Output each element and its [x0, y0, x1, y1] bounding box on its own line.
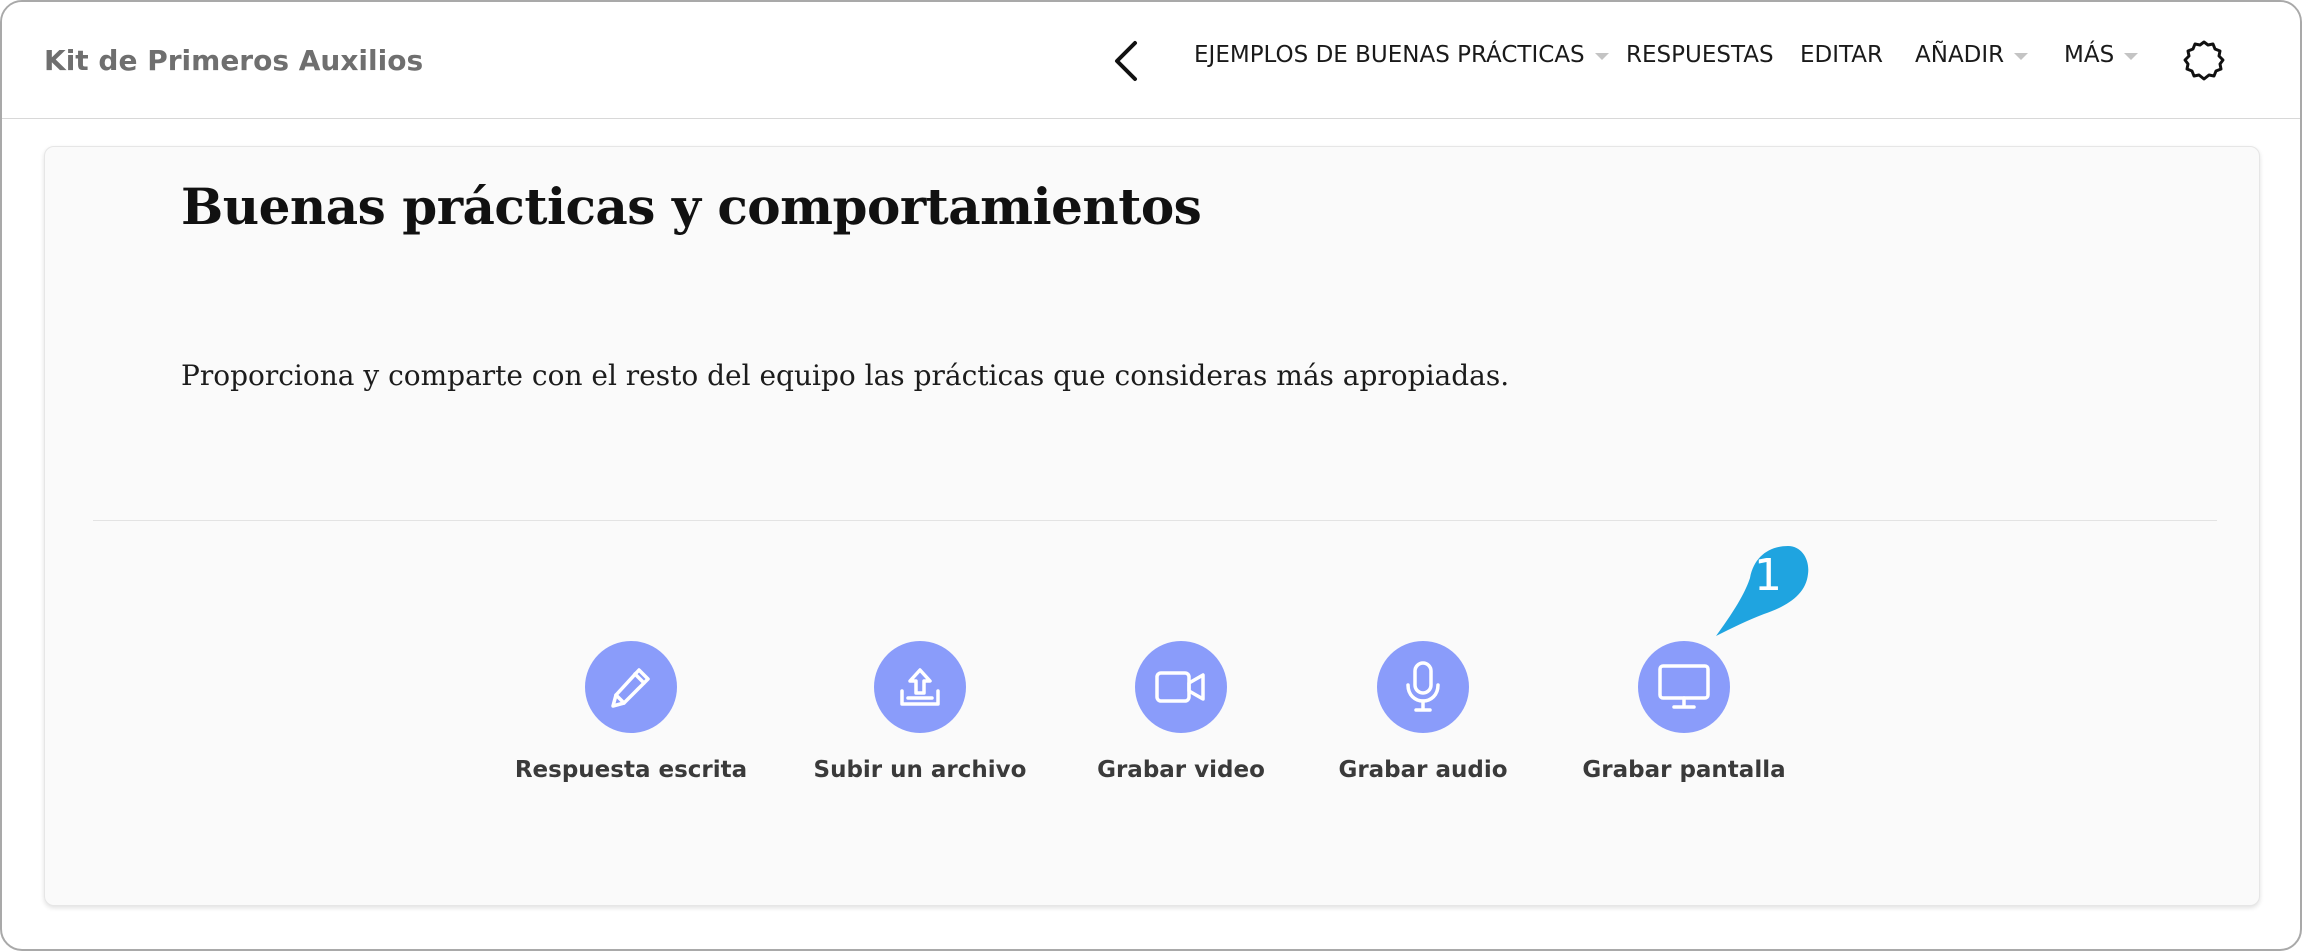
nav-item-label: EJEMPLOS DE BUENAS PRÁCTICAS — [1194, 42, 1585, 68]
upload-file-button[interactable]: Subir un archivo — [790, 641, 1050, 783]
record-screen-button[interactable]: Grabar pantalla — [1554, 641, 1814, 783]
action-circle — [1638, 641, 1730, 733]
action-label: Grabar pantalla — [1582, 757, 1786, 783]
action-circle — [1377, 641, 1469, 733]
nav-item-label: EDITAR — [1800, 42, 1884, 68]
settings-button[interactable] — [2180, 38, 2228, 86]
app-window: Kit de Primeros Auxilios EJEMPLOS DE BUE… — [0, 0, 2302, 951]
caret-down-icon — [2014, 52, 2029, 60]
action-circle — [585, 641, 677, 733]
caret-down-icon — [2124, 52, 2139, 60]
back-button[interactable] — [1108, 38, 1144, 84]
action-circle — [874, 641, 966, 733]
callout-number: 1 — [1754, 550, 1782, 601]
nav-item-mas[interactable]: MÁS — [2064, 42, 2139, 68]
nav-item-ejemplos[interactable]: EJEMPLOS DE BUENAS PRÁCTICAS — [1194, 42, 1609, 68]
action-label: Respuesta escrita — [514, 757, 748, 783]
page-description: Proporciona y comparte con el resto del … — [181, 359, 1510, 392]
nav-item-anadir[interactable]: AÑADIR — [1915, 42, 2029, 68]
caret-down-icon — [1594, 52, 1609, 60]
action-circle — [1135, 641, 1227, 733]
record-video-button[interactable]: Grabar video — [1051, 641, 1311, 783]
upload-icon — [900, 668, 940, 706]
video-camera-icon — [1155, 671, 1205, 703]
nav-item-editar[interactable]: EDITAR — [1800, 42, 1883, 68]
content-card: Buenas prácticas y comportamientos Propo… — [44, 146, 2260, 906]
action-label: Grabar audio — [1338, 757, 1508, 783]
nav-item-respuestas[interactable]: RESPUESTAS — [1626, 42, 1774, 68]
page-title: Buenas prácticas y comportamientos — [181, 177, 1202, 236]
monitor-icon — [1658, 664, 1710, 709]
pencil-icon — [611, 668, 650, 708]
written-response-button[interactable]: Respuesta escrita — [501, 641, 761, 783]
nav-item-label: AÑADIR — [1915, 42, 2005, 68]
nav-item-label: MÁS — [2064, 42, 2115, 68]
microphone-icon — [1406, 661, 1440, 712]
divider — [93, 520, 2217, 521]
app-title[interactable]: Kit de Primeros Auxilios — [44, 44, 423, 77]
gear-outline-icon — [2183, 40, 2225, 81]
top-bar: Kit de Primeros Auxilios EJEMPLOS DE BUE… — [2, 2, 2300, 119]
chevron-left-icon — [1115, 41, 1137, 81]
record-audio-button[interactable]: Grabar audio — [1293, 641, 1553, 783]
action-label: Grabar video — [1097, 757, 1265, 783]
action-label: Subir un archivo — [813, 757, 1027, 783]
nav-item-label: RESPUESTAS — [1626, 42, 1774, 68]
